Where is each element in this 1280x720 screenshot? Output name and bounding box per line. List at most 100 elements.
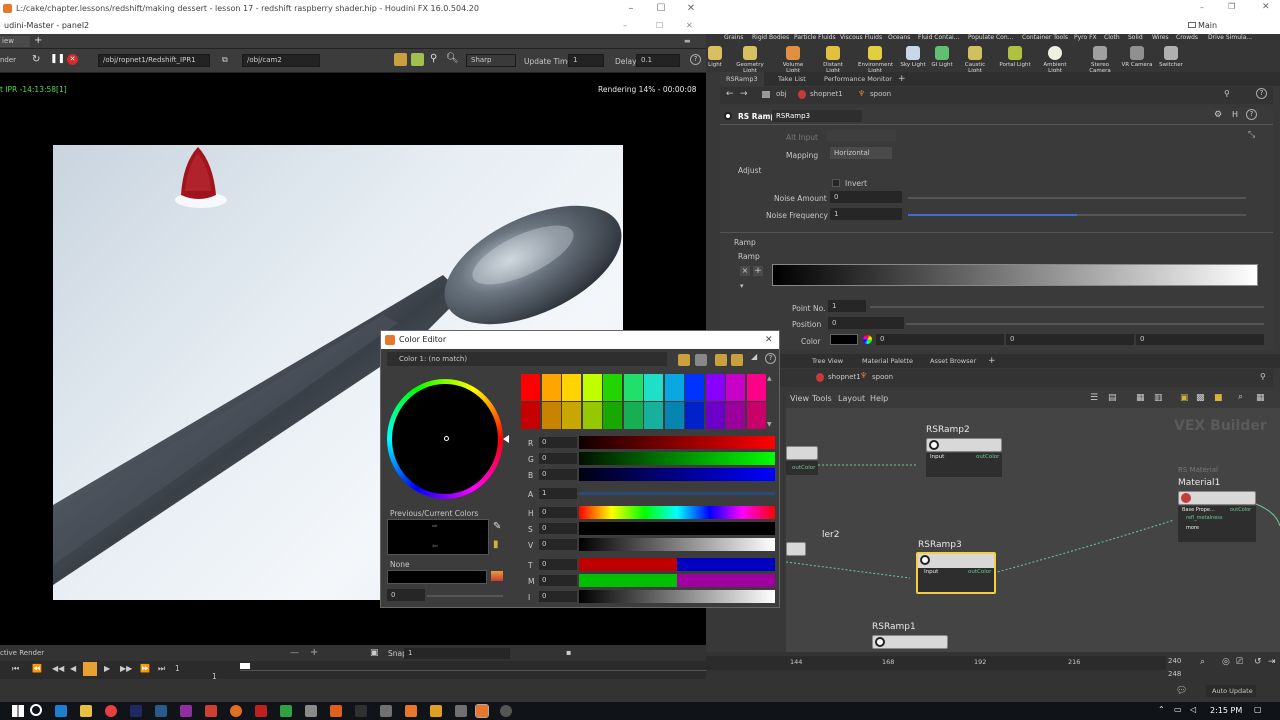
swatch-scroll-down[interactable]: ▼ <box>767 421 772 428</box>
panel-maximize-icon[interactable]: ☐ <box>656 17 663 34</box>
ramp-expand-icon[interactable]: ▾ <box>740 282 744 290</box>
channel-slider[interactable] <box>579 468 775 481</box>
add-tab-icon[interactable]: + <box>34 35 42 46</box>
shelf-tab[interactable]: Solid <box>1128 34 1143 44</box>
shelf-stereo-camera[interactable]: Stereo Camera <box>1083 46 1117 74</box>
snapshot-icon[interactable] <box>411 53 424 66</box>
network-grid2-icon[interactable]: ▦ <box>1256 393 1265 403</box>
chrome-icon[interactable] <box>105 705 117 717</box>
frame-start-field[interactable]: 1 <box>212 672 217 681</box>
edge-icon[interactable] <box>55 705 67 717</box>
network-tree-icon[interactable]: ▤ <box>1108 393 1117 403</box>
port-input-label[interactable]: Input <box>924 569 938 575</box>
app-icon[interactable] <box>500 705 512 717</box>
minimize-button[interactable]: – <box>616 0 646 17</box>
color-wheel-icon[interactable] <box>863 335 872 344</box>
port-outcolor-label[interactable]: outColor <box>968 569 991 575</box>
refresh-icon[interactable]: ↻ <box>32 54 40 65</box>
color-swatch[interactable] <box>726 402 745 429</box>
color-swatch[interactable] <box>644 402 663 429</box>
ramp-remove-icon[interactable]: × <box>740 266 750 276</box>
shelf-light[interactable]: Light <box>698 46 732 68</box>
node-partial-port[interactable]: outColor <box>786 461 818 475</box>
channel-slider[interactable] <box>579 436 775 449</box>
app-icon[interactable] <box>205 705 217 717</box>
color-swatch[interactable] <box>562 374 581 401</box>
frame-field[interactable]: 1 <box>175 664 180 673</box>
brush-icon[interactable]: ▮ <box>493 539 499 550</box>
color-wheel[interactable] <box>387 379 509 499</box>
network-editor[interactable]: VEX Builder outColor RSRamp2 Input outCo… <box>786 408 1280 652</box>
node-material1[interactable] <box>1178 491 1256 505</box>
channel-slider[interactable] <box>579 492 775 495</box>
tab-performance-monitor[interactable]: Performance Monitor <box>818 72 898 86</box>
node-partial[interactable] <box>786 446 818 460</box>
network-layout-icon[interactable]: ▥ <box>1154 393 1163 403</box>
app-icon[interactable] <box>280 705 292 717</box>
pin-pane-icon[interactable]: ⚲ <box>1224 89 1230 98</box>
step-back-key-icon[interactable]: ⏪ <box>32 664 42 673</box>
color-swatch[interactable] <box>685 374 704 401</box>
none-value-field[interactable]: 0 <box>387 589 425 601</box>
timeline-minus-icon[interactable]: — <box>290 648 299 658</box>
color-swatch[interactable] <box>603 402 622 429</box>
tab-material-palette[interactable]: Material Palette <box>856 354 919 368</box>
snap-field[interactable]: 1 <box>404 648 510 659</box>
update-time-field[interactable]: 1 <box>568 54 604 67</box>
network-color-icon[interactable]: ■ <box>1214 393 1223 403</box>
port-refl-metalness[interactable]: refl_metalness <box>1186 515 1223 521</box>
houdini-icon[interactable] <box>405 705 417 717</box>
color-editor-close[interactable]: ✕ <box>765 331 773 349</box>
swap-left-icon[interactable]: ⇦ <box>432 542 438 550</box>
play-reverse-icon[interactable]: ◀ <box>70 664 76 673</box>
tray-chevron-icon[interactable]: ⌃ <box>1158 705 1165 714</box>
loop-icon[interactable]: ↺ <box>1254 657 1262 667</box>
end-frame-field[interactable]: 240 <box>1168 657 1181 665</box>
close-button[interactable]: ✕ <box>676 0 706 17</box>
add-network-tab-icon[interactable]: + <box>988 354 996 368</box>
network-search-icon[interactable]: ⌕ <box>1238 392 1243 402</box>
play-icon[interactable]: ▶ <box>104 664 110 673</box>
app-icon[interactable] <box>305 705 317 717</box>
color-swatch[interactable] <box>746 402 766 429</box>
position-field[interactable]: 0 <box>828 317 904 329</box>
color-wheel-marker[interactable] <box>444 436 449 441</box>
color-swatch[interactable] <box>726 374 745 401</box>
right-maximize-button[interactable]: ❐ <box>1228 2 1235 11</box>
port-outcolor[interactable]: outColor <box>1230 507 1251 513</box>
frame-track[interactable] <box>240 670 706 671</box>
save-icon[interactable]: ▪ <box>566 648 571 657</box>
channel-field[interactable]: 0 <box>539 523 577 534</box>
shelf-tab[interactable]: Cloth <box>1104 34 1120 44</box>
path-obj[interactable]: obj <box>776 90 787 98</box>
delay-field[interactable]: 0.1 <box>636 54 680 67</box>
channel-field[interactable]: 1 <box>539 488 577 499</box>
explorer-icon[interactable] <box>80 705 92 717</box>
shelf-ambient-light[interactable]: Ambient Light <box>1038 46 1072 74</box>
pipette-icon[interactable]: ◢ <box>751 352 757 361</box>
node-rsramp3-selected[interactable]: Input outColor <box>916 552 996 594</box>
shelf-tab[interactable]: Drive Simula... <box>1208 34 1252 44</box>
port-more[interactable]: more <box>1186 525 1199 531</box>
playhead[interactable] <box>240 663 250 669</box>
param-h-icon[interactable]: H <box>1232 110 1238 119</box>
position-slider[interactable] <box>906 323 1264 325</box>
color-swatch[interactable] <box>623 402 643 429</box>
color-swatch[interactable] <box>644 374 663 401</box>
node-help-icon[interactable]: ? <box>1246 109 1257 120</box>
ramp-add-icon[interactable]: + <box>753 266 763 276</box>
noise-amount-field[interactable]: 0 <box>830 191 902 203</box>
region-select-icon[interactable] <box>394 53 407 66</box>
notification-icon[interactable]: ▢ <box>1254 705 1262 714</box>
swatch-menu-icon[interactable] <box>491 571 503 581</box>
channel-slider[interactable] <box>579 558 775 571</box>
app-icon[interactable] <box>355 705 367 717</box>
channel-slider[interactable] <box>579 452 775 465</box>
port-outcolor-label[interactable]: outColor <box>976 454 999 460</box>
prev-current-swatch[interactable]: ⇨ ⇦ <box>387 519 489 555</box>
sharp-select[interactable]: Sharp <box>466 54 516 67</box>
desktop-select[interactable]: Main <box>1186 20 1256 31</box>
tab-tree-view[interactable]: Tree View <box>806 354 849 368</box>
shelf-volume-light[interactable]: Volume Light <box>776 46 810 74</box>
channel-slider[interactable] <box>579 522 775 535</box>
